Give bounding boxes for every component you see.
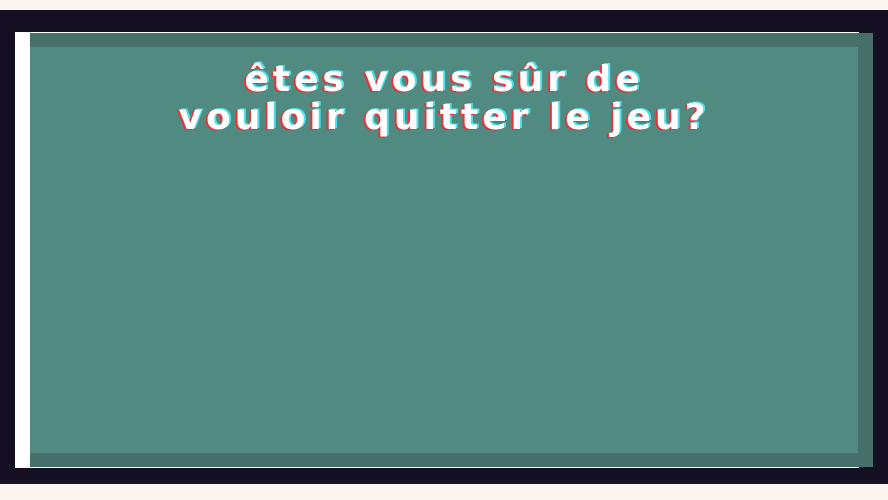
game-screen: Êtes vous sûr de vouloir quitter le jeu?: [0, 0, 888, 500]
quit-confirm-line-1: Êtes vous sûr de: [244, 59, 644, 100]
quit-confirm-message: Êtes vous sûr de vouloir quitter le jeu?: [30, 61, 858, 137]
quit-confirm-line-2: vouloir quitter le jeu?: [178, 97, 710, 138]
quit-confirm-dialog: Êtes vous sûr de vouloir quitter le jeu?: [30, 47, 858, 453]
